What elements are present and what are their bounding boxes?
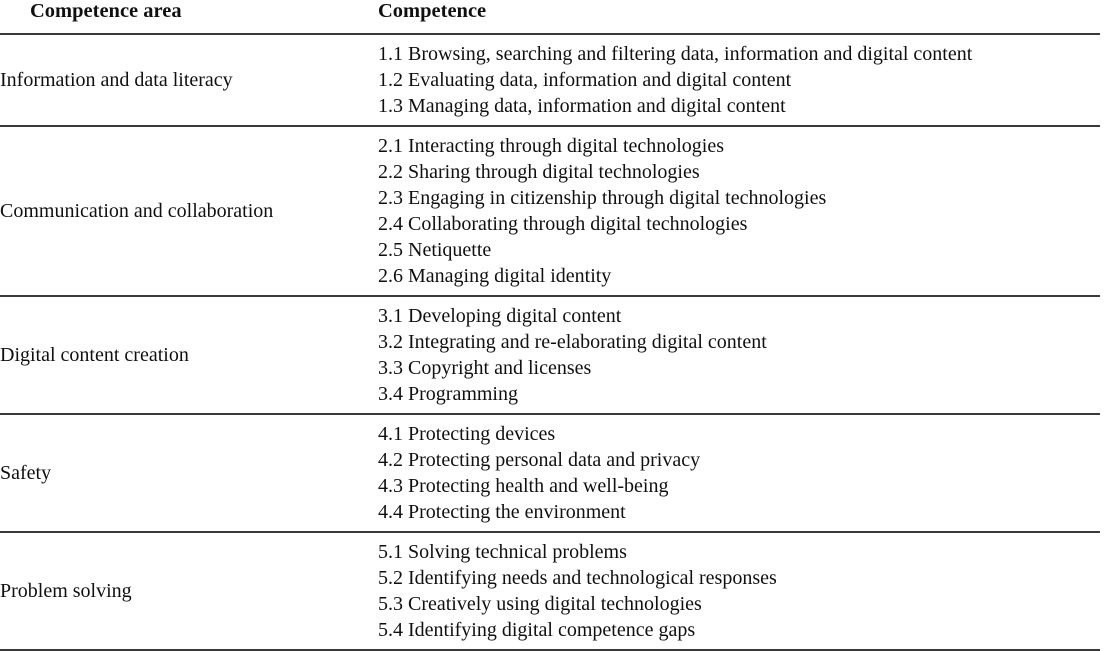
competence-list: 2.1 Interacting through digital technolo… [378,127,1100,295]
table-row: Problem solving 5.1 Solving technical pro… [0,531,1100,651]
competence-list-item: 3.4 Programming [378,382,518,405]
competence-list-item: 4.1 Protecting devices [378,422,556,445]
competence-list: 5.1 Solving technical problems 5.2 Identi… [378,533,1100,649]
competence-list: 3.1 Developing digital content 3.2 Integr… [378,297,1100,413]
competence-list-cell: 5.1 Solving technical problems 5.2 Identi… [378,531,1100,651]
competence-framework-table-container: Competence area Competence Information a… [0,0,1110,651]
competence-list-item: 5.1 Solving technical problems [378,540,627,563]
column-header-competence: Competence [378,0,1100,35]
table-row: Communication and collaboration 2.1 Inter… [0,125,1100,297]
competence-list-item: 2.4 Collaborating through digital techno… [378,212,748,235]
competence-list-item: 1.3 Managing data, information and digit… [378,94,786,117]
competence-framework-table: Competence area Competence Information a… [0,0,1100,651]
competence-list-item: 3.3 Copyright and licenses [378,356,592,379]
competence-list-cell: 4.1 Protecting devices 4.2 Protecting per… [378,413,1100,533]
competence-list-item: 2.2 Sharing through digital technologies [378,160,700,183]
competence-list-cell: 2.1 Interacting through digital technolo… [378,125,1100,297]
competence-list-item: 1.2 Evaluating data, information and dig… [378,68,792,91]
competence-area-cell: Communication and collaboration [0,125,378,297]
competence-list: 4.1 Protecting devices 4.2 Protecting per… [378,415,1100,531]
competence-list-item: 3.2 Integrating and re-elaborating digit… [378,330,767,353]
competence-list-item: 4.3 Protecting health and well-being [378,474,669,497]
competence-area-cell: Digital content creation [0,295,378,415]
competence-list-item: 5.4 Identifying digital competence gaps [378,618,696,641]
competence-list-item: 2.6 Managing digital identity [378,264,612,287]
table-row: Information and data literacy 1.1 Browsin… [0,33,1100,127]
table-header-row: Competence area Competence [0,0,1100,35]
competence-list-item: 4.2 Protecting personal data and privacy [378,448,701,471]
competence-list-cell: 1.1 Browsing, searching and filtering da… [378,33,1100,127]
table-header: Competence area Competence [0,0,1100,35]
competence-list-item: 1.1 Browsing, searching and filtering da… [378,42,973,65]
competence-area-cell: Problem solving [0,531,378,651]
table-row: Safety 4.1 Protecting devices 4.2 Protecti… [0,413,1100,533]
competence-list-item: 3.1 Developing digital content [378,304,622,327]
competence-list: 1.1 Browsing, searching and filtering da… [378,35,1100,125]
competence-list-item: 2.3 Engaging in citizenship through digi… [378,186,827,209]
competence-area-cell: Safety [0,413,378,533]
column-header-competence-area: Competence area [0,0,378,35]
table-body: Information and data literacy 1.1 Browsin… [0,33,1100,651]
competence-area-cell: Information and data literacy [0,33,378,127]
competence-list-item: 5.2 Identifying needs and technological … [378,566,777,589]
competence-list-item: 4.4 Protecting the environment [378,500,626,523]
competence-list-item: 2.5 Netiquette [378,238,492,261]
competence-list-item: 2.1 Interacting through digital technolo… [378,134,725,157]
competence-list-cell: 3.1 Developing digital content 3.2 Integr… [378,295,1100,415]
competence-list-item: 5.3 Creatively using digital technologie… [378,592,702,615]
table-row: Digital content creation 3.1 Developing d… [0,295,1100,415]
